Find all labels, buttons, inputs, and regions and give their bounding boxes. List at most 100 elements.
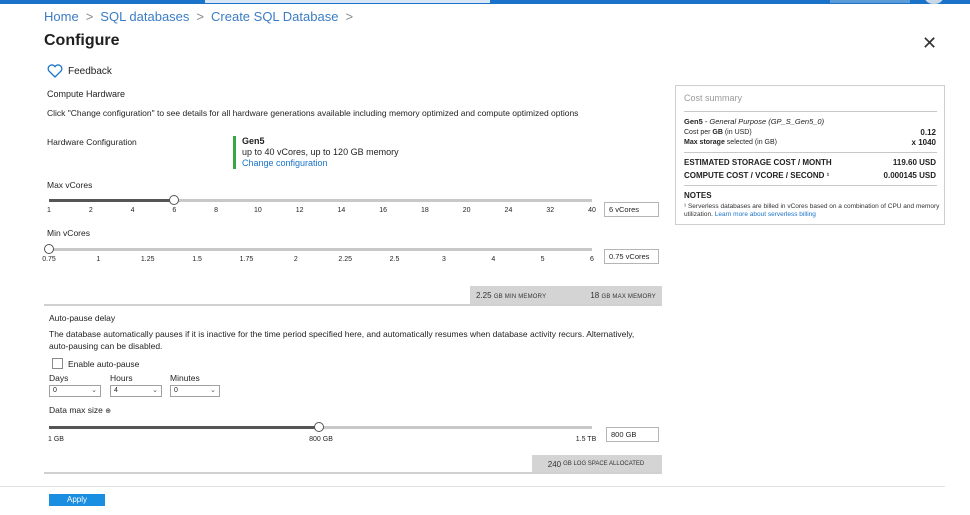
max-vcores-tick: 10 bbox=[253, 207, 262, 214]
minutes-label: Minutes bbox=[170, 373, 200, 383]
auto-pause-description: The database automatically pauses if it … bbox=[49, 329, 635, 351]
breadcrumb-separator: > bbox=[85, 9, 94, 24]
min-vcores-tick: 2 bbox=[293, 256, 298, 263]
min-vcores-tick: 4 bbox=[491, 256, 496, 263]
hours-select[interactable]: 4 ⌄ bbox=[110, 385, 162, 397]
max-vcores-tick: 16 bbox=[379, 207, 388, 214]
days-select[interactable]: 0 ⌄ bbox=[49, 385, 101, 397]
max-storage-label: Max storage selected (in GB) bbox=[684, 139, 777, 146]
data-size-tick-mid: 800 GB bbox=[309, 436, 333, 443]
avatar[interactable] bbox=[925, 0, 943, 4]
max-vcores-tick: 20 bbox=[462, 207, 471, 214]
hardware-detail: up to 40 vCores, up to 120 GB memory bbox=[242, 147, 399, 157]
cost-gen-detail: - General Purpose (GP_S_Gen5_0) bbox=[702, 117, 825, 126]
max-storage-value: x 1040 bbox=[911, 138, 936, 147]
cost-per-gb-pre: Cost per bbox=[684, 129, 713, 136]
cost-divider bbox=[684, 152, 937, 153]
global-search-box[interactable] bbox=[205, 0, 490, 3]
min-vcores-value-box[interactable]: 0.75 vCores bbox=[604, 249, 659, 264]
breadcrumb-create-sql-database[interactable]: Create SQL Database bbox=[211, 9, 338, 24]
data-size-fill bbox=[49, 426, 319, 429]
min-vcores-tick: 1.75 bbox=[239, 256, 254, 263]
max-vcores-tick: 2 bbox=[88, 207, 93, 214]
max-vcores-tick: 24 bbox=[504, 207, 513, 214]
data-size-thumb[interactable] bbox=[313, 422, 324, 432]
storage-cost-label: ESTIMATED STORAGE COST / MONTH bbox=[684, 158, 832, 167]
info-icon[interactable]: ⊕ bbox=[105, 408, 111, 415]
min-vcores-label: Min vCores bbox=[47, 228, 90, 238]
cost-per-gb-label: Cost per GB (in USD) bbox=[684, 129, 752, 136]
max-vcores-tick: 1 bbox=[47, 207, 51, 214]
cost-summary-panel: Cost summary Gen5 - General Purpose (GP_… bbox=[675, 85, 945, 225]
cost-per-gb-value: 0.12 bbox=[920, 128, 936, 137]
max-vcores-value-box[interactable]: 6 vCores bbox=[604, 202, 659, 217]
cost-gen: Gen5 bbox=[684, 117, 703, 126]
min-vcores-tick: 3 bbox=[441, 256, 446, 263]
data-max-size-text: Data max size bbox=[49, 405, 103, 415]
max-memory-value: 18 bbox=[590, 290, 600, 300]
min-vcores-thumb[interactable] bbox=[44, 244, 54, 254]
min-vcores-tick: 1 bbox=[96, 256, 101, 263]
chevron-down-icon: ⌄ bbox=[91, 387, 97, 394]
min-memory-value: 2.25 bbox=[476, 290, 492, 300]
compute-description: Click "Change configuration" to see deta… bbox=[47, 108, 579, 118]
compute-cost-value: 0.000145 USD bbox=[883, 171, 936, 180]
cost-divider bbox=[684, 111, 937, 112]
close-icon[interactable]: ✕ bbox=[922, 33, 937, 54]
log-space-unit: GB LOG SPACE ALLOCATED bbox=[563, 461, 645, 467]
page-title: Configure bbox=[44, 32, 120, 49]
apply-button[interactable]: Apply bbox=[49, 494, 105, 506]
compute-hardware-heading: Compute Hardware bbox=[47, 89, 126, 99]
min-vcores-track[interactable] bbox=[49, 248, 592, 251]
cost-summary-heading: Cost summary bbox=[684, 93, 743, 103]
notes-text: ¹ Serverless databases are billed in vCo… bbox=[684, 203, 942, 219]
min-vcores-tick: 1.25 bbox=[140, 256, 155, 263]
min-vcores-tick: 5 bbox=[540, 256, 545, 263]
feedback-button[interactable]: Feedback bbox=[47, 64, 112, 78]
max-vcores-tick: 14 bbox=[337, 207, 346, 214]
auto-pause-heading: Auto-pause delay bbox=[49, 313, 116, 323]
chevron-down-icon: ⌄ bbox=[210, 387, 216, 394]
top-navigation-bar bbox=[0, 0, 970, 4]
data-size-value-box[interactable]: 800 GB bbox=[606, 427, 659, 442]
user-info[interactable] bbox=[830, 0, 910, 3]
enable-auto-pause-checkbox[interactable] bbox=[52, 358, 63, 369]
max-vcores-thumb[interactable] bbox=[169, 195, 180, 205]
log-space-value: 240 bbox=[547, 459, 562, 469]
max-vcores-tick: 32 bbox=[546, 207, 555, 214]
minutes-value: 0 bbox=[174, 387, 178, 394]
cost-per-gb-bold: GB bbox=[712, 129, 723, 136]
data-max-size-label: Data max size ⊕ bbox=[49, 405, 111, 415]
days-label: Days bbox=[49, 373, 69, 383]
min-vcores-tick: 0.75 bbox=[42, 256, 56, 263]
max-vcores-tick: 18 bbox=[421, 207, 429, 214]
max-storage-bold: Max storage bbox=[684, 139, 725, 146]
section-divider bbox=[44, 304, 662, 306]
change-configuration-link[interactable]: Change configuration bbox=[242, 158, 328, 168]
hours-value: 4 bbox=[114, 387, 118, 394]
log-space-bar: 240 GB LOG SPACE ALLOCATED bbox=[532, 455, 662, 473]
max-vcores-label: Max vCores bbox=[47, 180, 93, 190]
chevron-down-icon: ⌄ bbox=[152, 387, 158, 394]
breadcrumb-home[interactable]: Home bbox=[44, 9, 79, 24]
hours-label: Hours bbox=[110, 373, 133, 383]
minutes-select[interactable]: 0 ⌄ bbox=[170, 385, 220, 397]
hardware-configuration-box: Gen5 up to 40 vCores, up to 120 GB memor… bbox=[233, 136, 399, 169]
min-vcores-tick: 2.5 bbox=[389, 256, 400, 263]
data-size-tick-max: 1.5 TB bbox=[575, 436, 597, 443]
heart-icon bbox=[47, 64, 63, 78]
min-memory: 2.25 GB MIN MEMORY bbox=[476, 291, 546, 300]
min-memory-unit: GB MIN MEMORY bbox=[493, 293, 547, 300]
serverless-billing-link[interactable]: Learn more about serverless billing bbox=[715, 211, 816, 218]
breadcrumb-sql-databases[interactable]: SQL databases bbox=[100, 9, 189, 24]
min-vcores-tick: 2.25 bbox=[338, 256, 352, 263]
storage-cost-value: 119.60 USD bbox=[892, 158, 936, 167]
breadcrumb-separator: > bbox=[196, 9, 205, 24]
hardware-generation: Gen5 bbox=[242, 136, 265, 146]
enable-auto-pause-label: Enable auto-pause bbox=[68, 359, 140, 369]
footer-divider bbox=[0, 486, 945, 487]
breadcrumb: Home > SQL databases > Create SQL Database > bbox=[44, 9, 360, 24]
max-vcores-fill bbox=[49, 199, 175, 202]
memory-summary-bar: 2.25 GB MIN MEMORY 18 GB MAX MEMORY bbox=[470, 286, 662, 304]
max-storage-post: selected (in GB) bbox=[724, 139, 777, 146]
